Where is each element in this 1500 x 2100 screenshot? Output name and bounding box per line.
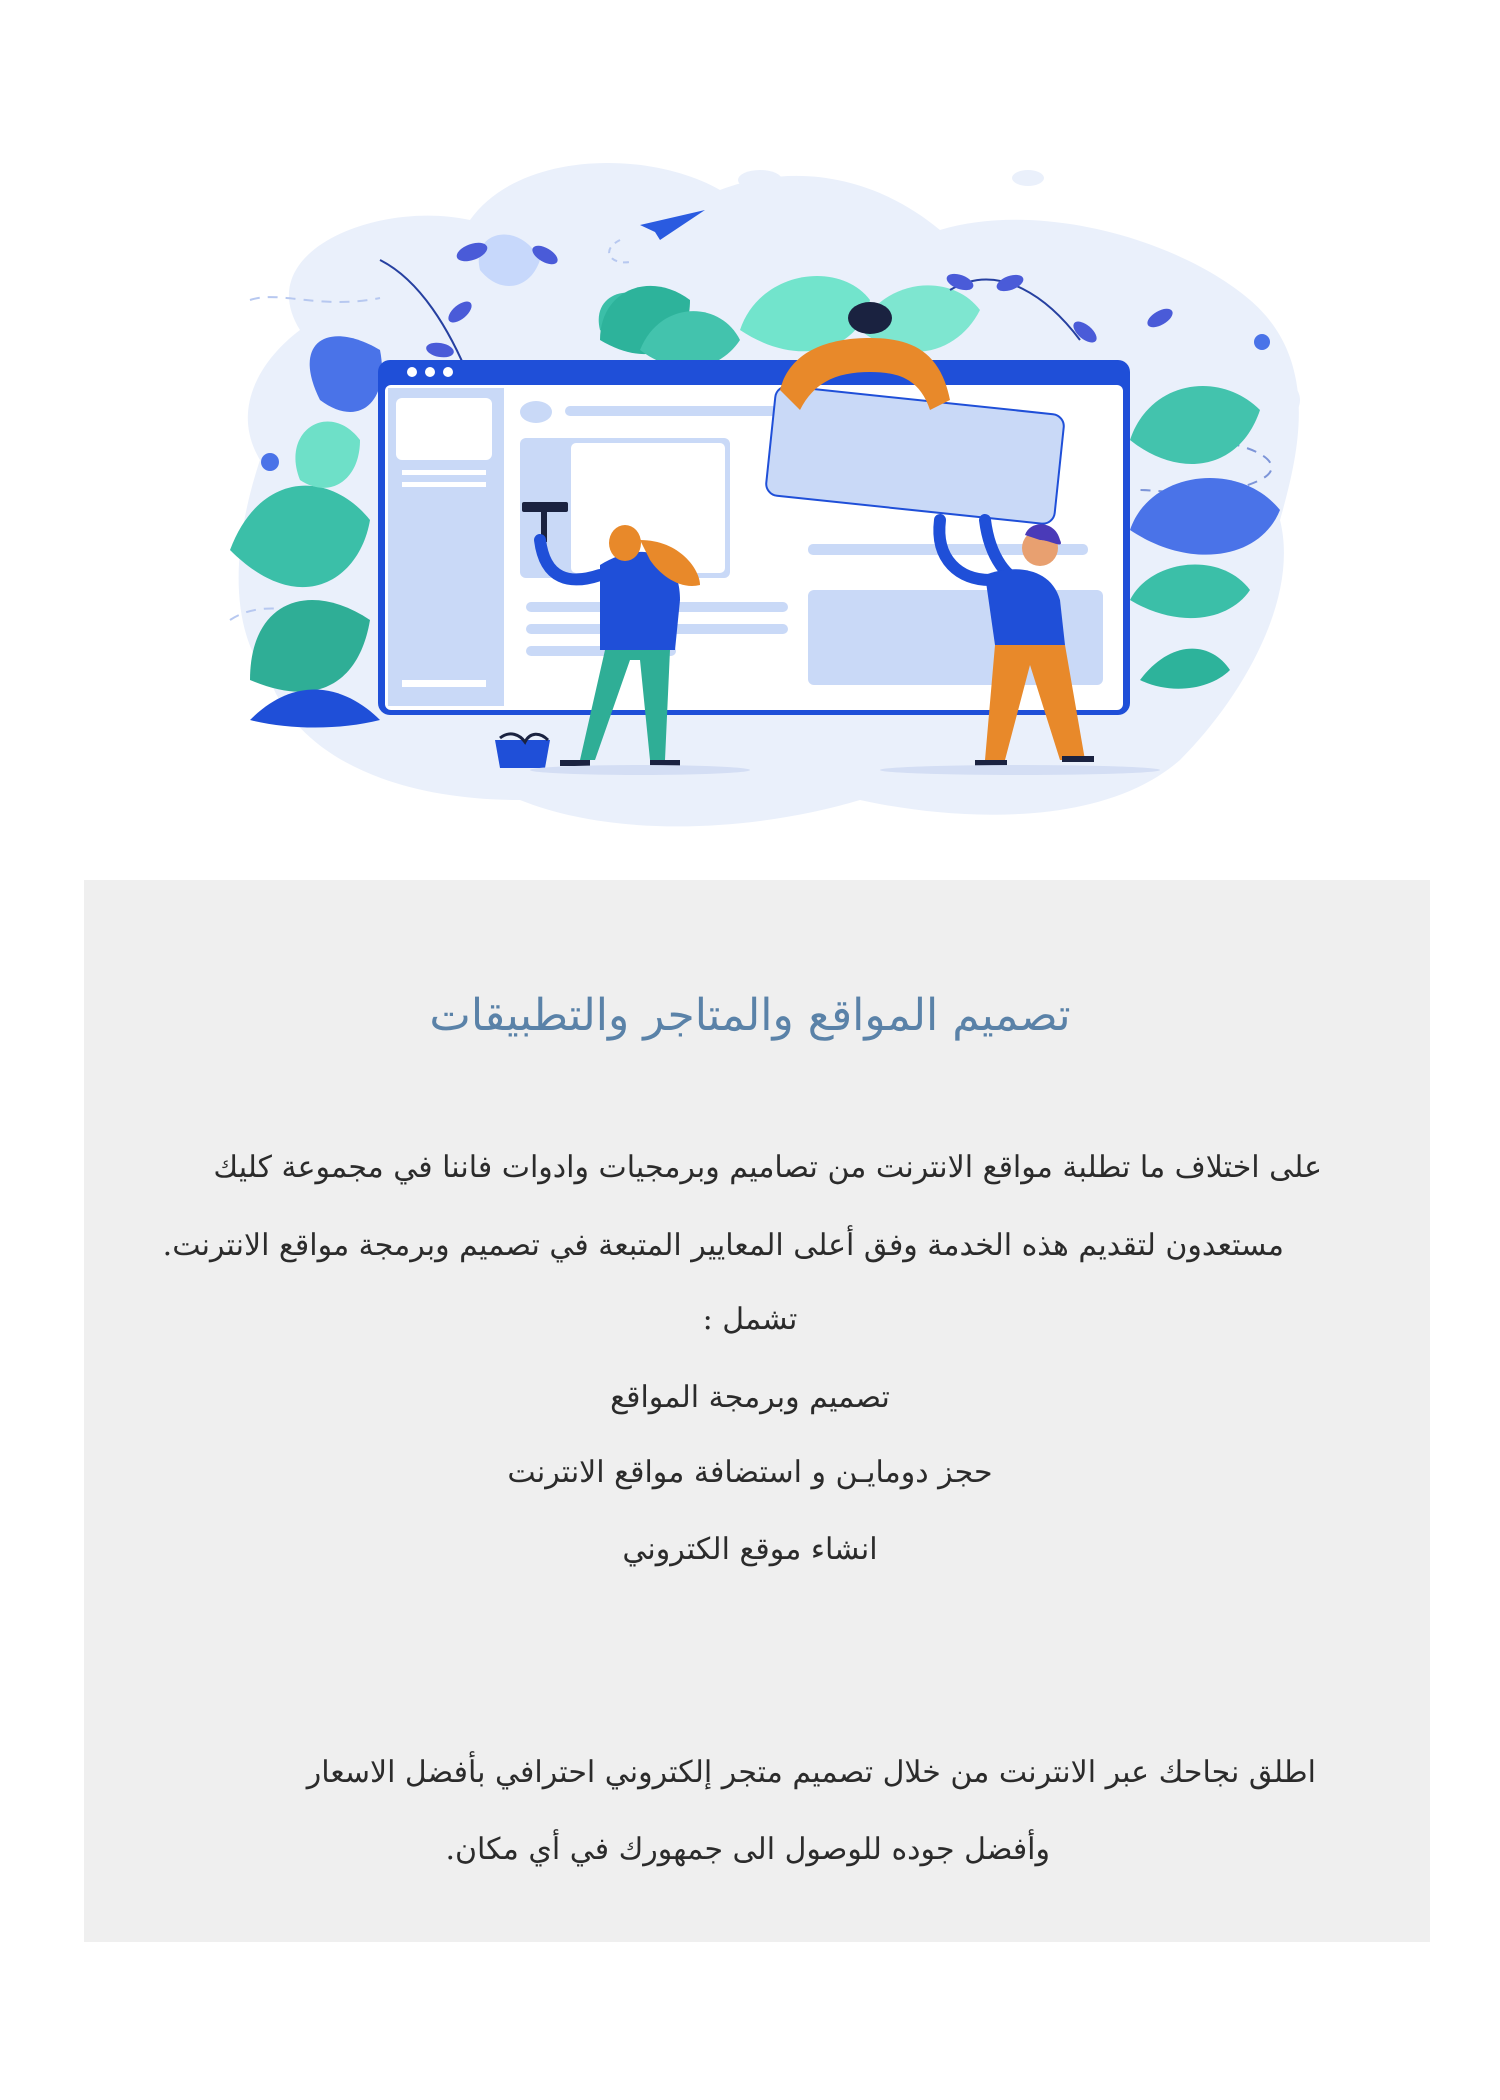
includes-label: تشمل : [702,1302,798,1337]
service-item: تصميم وبرمجة المواقع [610,1380,890,1415]
intro-line-2: مستعدون لتقديم هذه الخدمة وفق أعلى المعا… [162,1228,1284,1263]
hero-illustration [0,0,1500,870]
paint-bucket-icon [495,740,550,768]
service-item: حجز دومايـن و استضافة مواقع الانترنت [507,1455,993,1490]
closing-line-1: اطلق نجاحك عبر الانترنت من خلال تصميم مت… [306,1755,1316,1790]
closing-line-2: وأفضل جوده للوصول الى جمهورك في أي مكان. [445,1832,1050,1867]
page-title: تصميم المواقع والمتاجر والتطبيقات [429,990,1071,1041]
service-item: انشاء موقع الكتروني [622,1532,878,1567]
website-design-illustration [229,162,1300,827]
intro-line-1: على اختلاف ما تطلبة مواقع الانترنت من تص… [213,1150,1322,1185]
